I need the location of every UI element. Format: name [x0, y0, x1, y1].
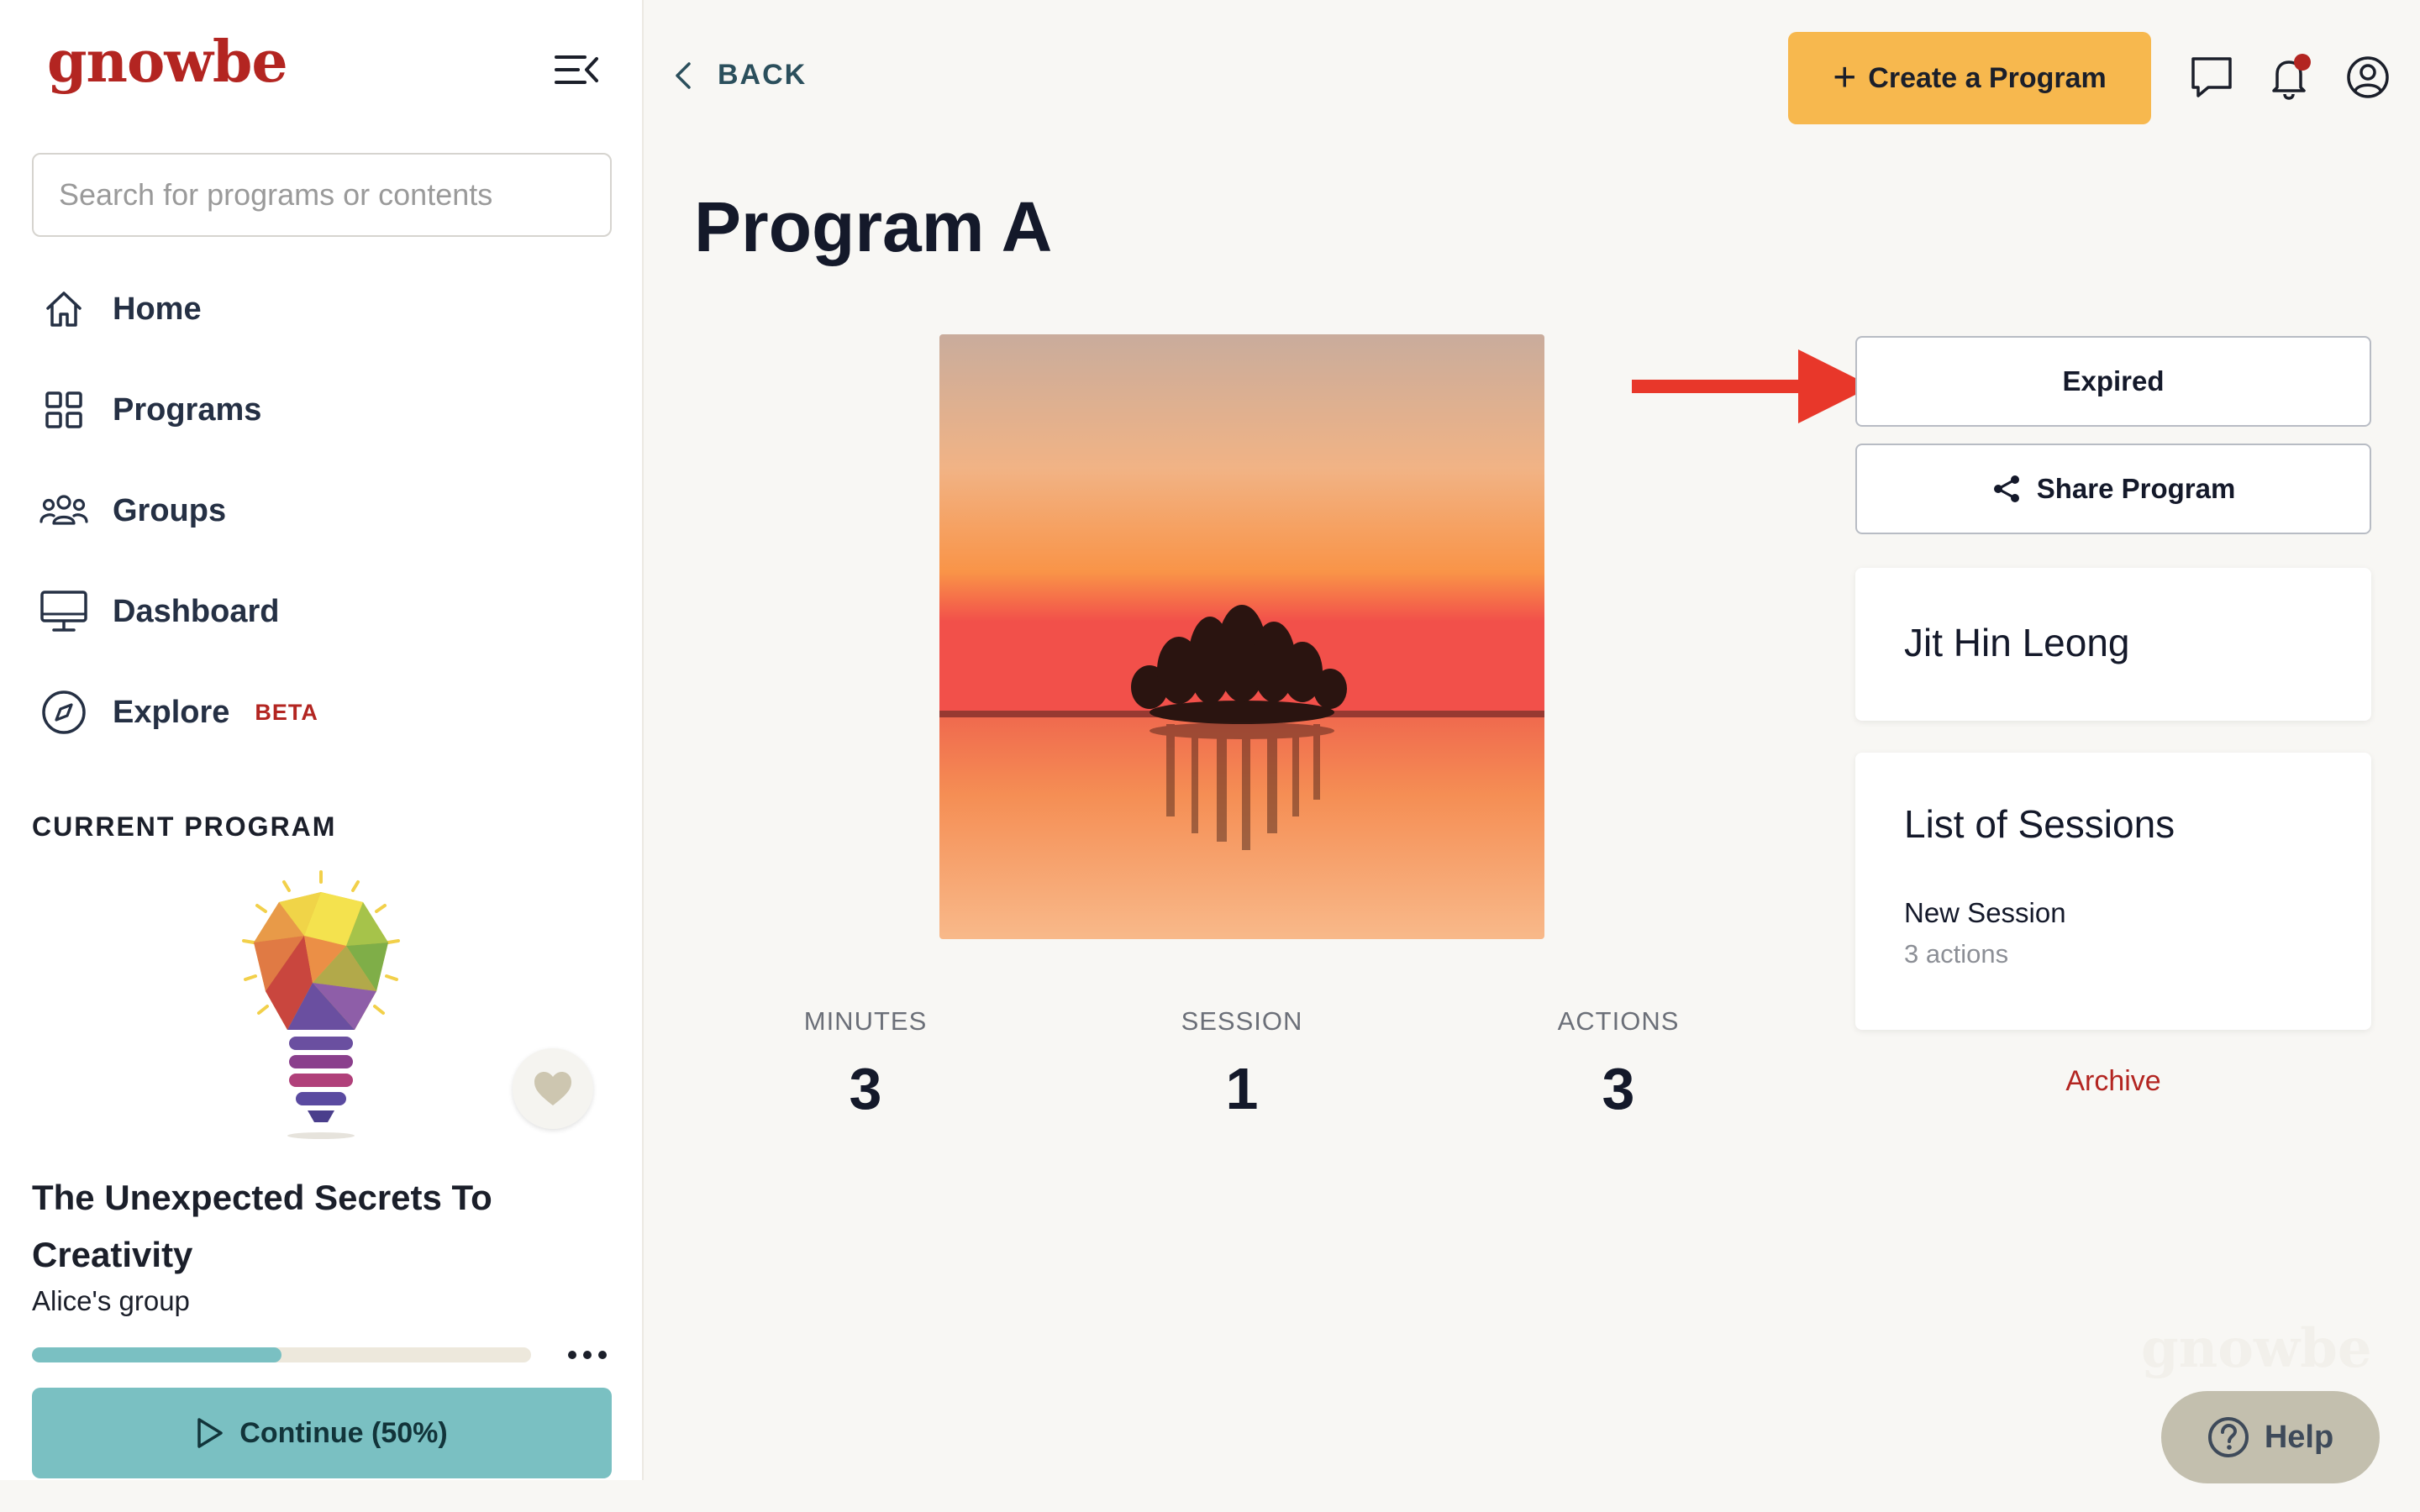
continue-button[interactable]: Continue (50%)	[32, 1388, 612, 1478]
chat-icon[interactable]	[2188, 54, 2235, 101]
lightbulb-program-image[interactable]	[220, 865, 422, 1142]
author-name: Jit Hin Leong	[1904, 621, 2130, 664]
collapse-sidebar-icon[interactable]	[555, 52, 598, 87]
current-program-title[interactable]: The Unexpected Secrets To Creativity	[32, 1169, 570, 1284]
current-program-heading: CURRENT PROGRAM	[32, 811, 337, 842]
stat-label: MINUTES	[803, 1006, 928, 1036]
nav-item-dashboard[interactable]: Dashboard	[37, 582, 279, 641]
stat-value: 1	[1225, 1056, 1259, 1121]
stat-minutes: MINUTES 3	[739, 1006, 992, 1122]
stat-label: ACTIONS	[1557, 1006, 1680, 1036]
stat-value: 3	[849, 1056, 882, 1121]
groups-icon	[37, 484, 91, 538]
program-progress-bar	[32, 1347, 531, 1362]
favorite-button[interactable]	[513, 1048, 593, 1129]
nav-item-label: Home	[113, 291, 202, 327]
sessions-heading: List of Sessions	[1904, 802, 2175, 846]
beta-badge: BETA	[255, 699, 318, 725]
compass-icon	[37, 685, 91, 739]
monitor-icon	[37, 585, 91, 638]
stat-value: 3	[1602, 1056, 1635, 1121]
sidebar: gnowbe Home Programs	[0, 0, 644, 1480]
gnowbe-logo[interactable]: gnowbe	[47, 29, 288, 96]
sessions-card: List of Sessions New Session 3 actions	[1855, 753, 2371, 1030]
archive-link[interactable]: Archive	[1855, 1065, 2371, 1098]
expired-label: Expired	[2062, 365, 2165, 396]
page-title: Program A	[694, 187, 1053, 266]
share-program-label: Share Program	[2036, 473, 2236, 504]
share-icon	[1993, 475, 2019, 502]
home-icon	[37, 282, 91, 336]
bell-icon[interactable]	[2265, 54, 2312, 101]
help-label: Help	[2264, 1419, 2334, 1455]
session-actions-count: 3 actions	[1904, 939, 2009, 969]
nav-item-programs[interactable]: Programs	[37, 381, 261, 439]
author-card[interactable]: Jit Hin Leong	[1855, 568, 2371, 721]
current-program-group: Alice's group	[32, 1285, 190, 1316]
nav-item-groups[interactable]: Groups	[37, 481, 226, 540]
nav-item-home[interactable]: Home	[37, 280, 202, 339]
stat-label: SESSION	[1181, 1006, 1303, 1036]
session-item[interactable]: New Session	[1904, 897, 2066, 929]
user-icon[interactable]	[2344, 54, 2391, 101]
help-button[interactable]: Help	[2161, 1391, 2380, 1483]
play-icon	[197, 1418, 224, 1448]
nav-item-label: Groups	[113, 492, 227, 528]
annotation-arrow-icon	[1630, 344, 1874, 428]
question-icon	[2207, 1417, 2249, 1457]
gnowbe-watermark: gnowbe	[2141, 1317, 2372, 1380]
back-label: BACK	[718, 59, 808, 91]
plus-icon: +	[1833, 55, 1857, 100]
nav-item-label: Explore	[113, 694, 230, 730]
stat-session: SESSION 1	[1116, 1006, 1368, 1122]
search-input[interactable]	[32, 153, 612, 237]
more-options-icon[interactable]	[568, 1342, 607, 1368]
expired-status-button[interactable]: Expired	[1855, 336, 2371, 427]
program-cover-image	[939, 334, 1544, 939]
back-button[interactable]: BACK	[674, 59, 807, 92]
share-program-button[interactable]: Share Program	[1855, 444, 2371, 534]
chevron-left-icon	[676, 61, 691, 89]
program-progress-fill	[32, 1347, 281, 1362]
nav-item-label: Dashboard	[113, 593, 280, 629]
grid-icon	[37, 383, 91, 437]
create-program-button[interactable]: + Create a Program	[1788, 32, 2151, 124]
heart-icon	[534, 1072, 571, 1105]
nav-item-explore[interactable]: Explore BETA	[37, 683, 318, 742]
stat-actions: ACTIONS 3	[1492, 1006, 1744, 1122]
nav-item-label: Programs	[113, 391, 262, 428]
continue-label: Continue (50%)	[239, 1416, 448, 1449]
create-program-label: Create a Program	[1868, 61, 2107, 94]
